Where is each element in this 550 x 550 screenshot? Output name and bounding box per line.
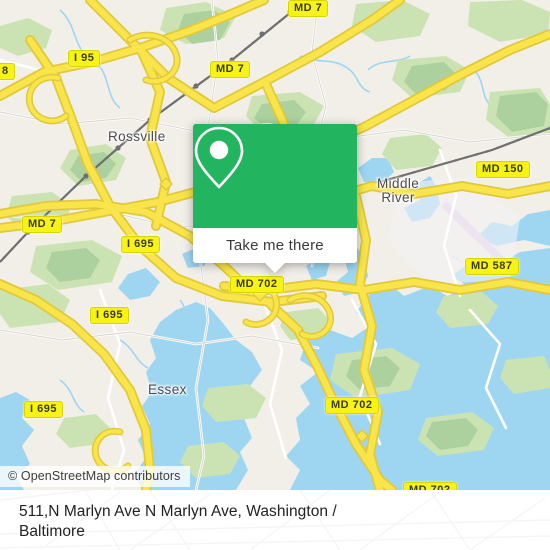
osm-attribution[interactable]: © OpenStreetMap contributors	[0, 466, 190, 487]
route-shield: MD 702	[230, 276, 284, 293]
map-canvas[interactable]: Rossville Middle River Essex MD 7 I 95 M…	[0, 0, 550, 490]
route-shield: I 695	[121, 236, 160, 253]
route-shield: MD 7	[22, 216, 63, 233]
address-text: 511,N Marlyn Ave N Marlyn Ave, Washingto…	[19, 503, 337, 540]
take-me-there-label: Take me there	[226, 237, 324, 254]
route-shield: I 695	[90, 307, 129, 324]
route-shield: MD 702	[325, 397, 379, 414]
route-shield: I 95	[68, 50, 101, 67]
route-shield: MD 150	[476, 161, 530, 178]
footer-bar: 511,N Marlyn Ave N Marlyn Ave, Washingto…	[0, 490, 550, 550]
route-shield: MD 587	[465, 258, 519, 275]
map-screenshot: Rossville Middle River Essex MD 7 I 95 M…	[0, 0, 550, 550]
popup-pointer	[265, 263, 285, 273]
route-shield: MD 7	[288, 0, 329, 17]
route-shield: MD 702	[403, 482, 457, 490]
take-me-there-button[interactable]: Take me there	[193, 228, 357, 263]
route-shield: I 695	[24, 401, 63, 418]
popup-header	[193, 124, 357, 228]
take-me-there-popup[interactable]: Take me there	[193, 124, 357, 273]
route-shield: MD 7	[210, 61, 251, 78]
route-shield: 8	[0, 63, 15, 80]
